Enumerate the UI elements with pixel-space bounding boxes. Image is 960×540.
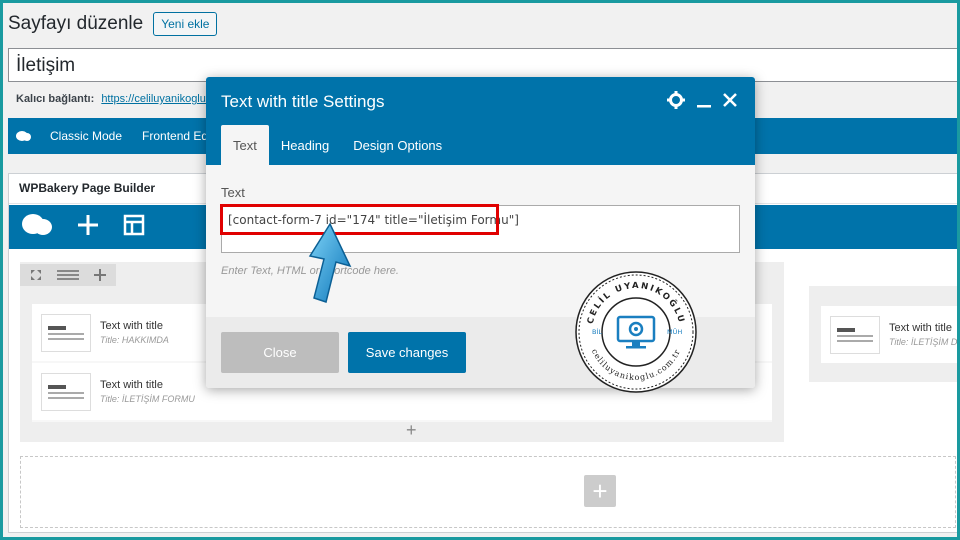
element-subtitle: Title: İLETİŞİM FORMU [100, 394, 195, 404]
title-row: Sayfayı düzenle Yeni ekle [8, 12, 218, 36]
element-subtitle: Title: İLETİŞİM DE [889, 337, 960, 347]
pointer-arrow-icon [308, 222, 352, 303]
element-card[interactable]: Text with title Title: İLETİŞİM DE [821, 306, 960, 363]
row-controls [20, 264, 116, 286]
text-element-icon [830, 315, 880, 354]
add-row-icon[interactable]: + [584, 475, 616, 507]
page-title: Sayfayı düzenle [8, 13, 144, 34]
wpbakery-cloud-icon[interactable] [21, 212, 53, 243]
modal-actions [667, 91, 737, 114]
permalink-label: Kalıcı bağlantı: [16, 93, 95, 105]
close-icon[interactable] [723, 93, 737, 112]
text-element-icon [41, 313, 91, 352]
classic-mode-button[interactable]: Classic Mode [40, 129, 132, 143]
stamp-right-text: MÜH [667, 327, 682, 336]
modal-tabs: Text Heading Design Options [221, 125, 454, 165]
element-title: Text with title [100, 379, 163, 391]
minimize-icon[interactable] [697, 92, 711, 113]
permalink: Kalıcı bağlantı: https://celiluyanikoglu… [16, 93, 214, 105]
stamp-left-text: BİL [592, 327, 602, 336]
tab-text[interactable]: Text [221, 125, 269, 165]
row-layout-icon[interactable] [52, 264, 84, 286]
text-field-label: Text [221, 185, 245, 200]
modal-header: Text with title Settings Text Heading De… [206, 77, 755, 165]
column-add-icon[interactable]: + [406, 420, 417, 441]
element-subtitle: Title: HAKKIMDA [100, 335, 169, 345]
tab-design-options[interactable]: Design Options [341, 125, 454, 165]
element-title: Text with title [889, 322, 952, 334]
save-changes-button[interactable]: Save changes [348, 332, 466, 373]
wpbakery-logo-icon [8, 118, 40, 154]
modal-title: Text with title Settings [221, 92, 385, 111]
add-element-icon[interactable] [77, 214, 99, 241]
watermark-stamp: CELİL UYANIKOĞLU celiluyanikoglu.com.tr … [575, 271, 697, 393]
add-new-button[interactable]: Yeni ekle [153, 12, 218, 36]
row-move-icon[interactable] [20, 264, 52, 286]
close-button[interactable]: Close [221, 332, 339, 373]
builder-row-right: Text with title Title: İLETİŞİM DE [809, 286, 960, 382]
templates-icon[interactable] [123, 214, 145, 241]
empty-row: + [20, 456, 956, 528]
gear-icon[interactable] [667, 91, 685, 114]
element-title: Text with title [100, 320, 163, 332]
text-element-icon [41, 372, 91, 411]
row-add-icon[interactable] [84, 264, 116, 286]
permalink-link[interactable]: https://celiluyanikoglu.c [101, 93, 214, 105]
tab-heading[interactable]: Heading [269, 125, 341, 165]
